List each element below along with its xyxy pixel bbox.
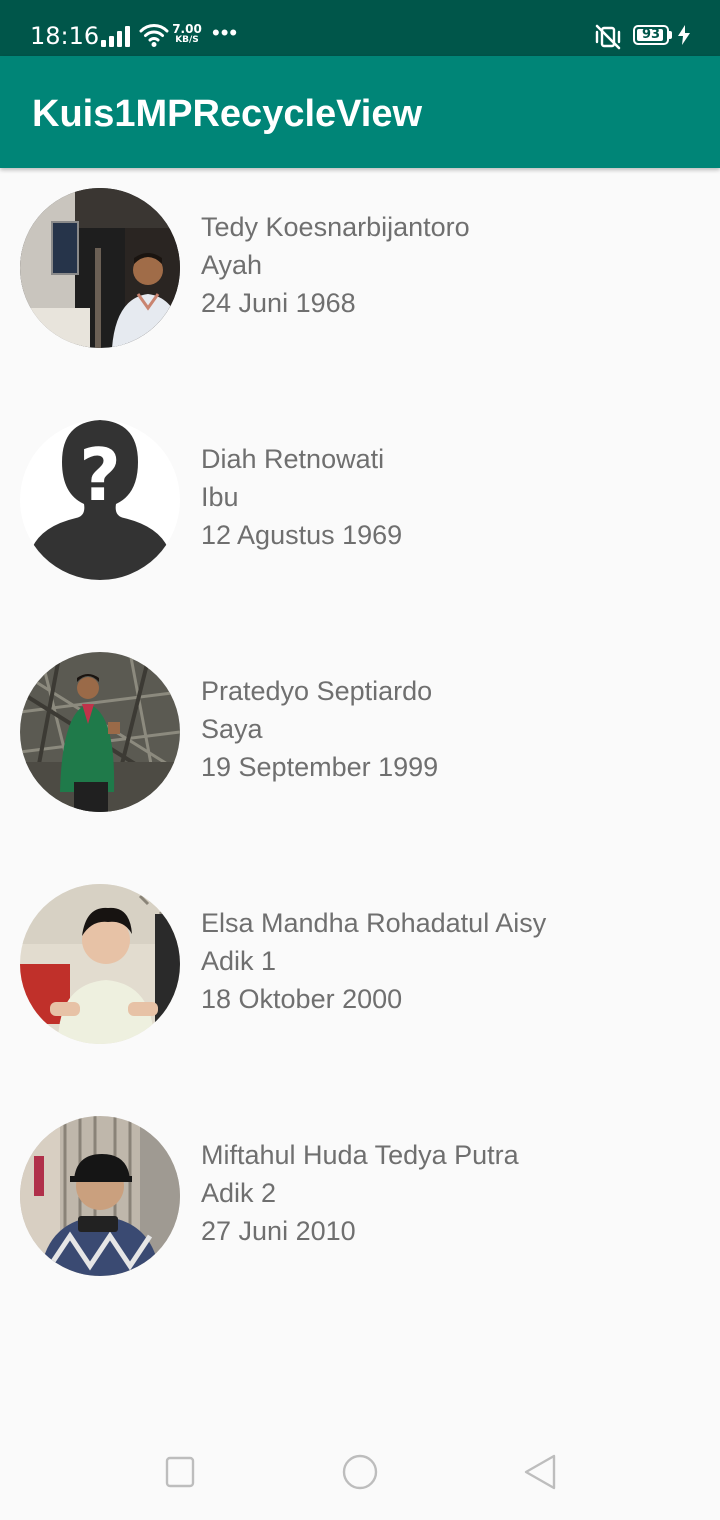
photo-man-lobby — [20, 188, 180, 348]
svg-text:?: ? — [79, 433, 121, 517]
battery-level: 93 — [641, 27, 661, 42]
item-role: Adik 2 — [201, 1178, 277, 1208]
item-text: Diah Retnowati Ibu 12 Agustus 1969 — [201, 440, 402, 554]
item-text: Elsa Mandha Rohadatul Aisy Adik 1 18 Okt… — [201, 904, 546, 1018]
item-date: 24 Juni 1968 — [201, 288, 356, 318]
item-role: Saya — [201, 714, 263, 744]
item-name: Tedy Koesnarbijantoro — [201, 212, 470, 242]
item-date: 27 Juni 2010 — [201, 1216, 356, 1246]
avatar — [20, 188, 180, 348]
avatar — [20, 652, 180, 812]
item-role: Ayah — [201, 250, 263, 280]
unknown-person-placeholder-icon: ? — [20, 420, 180, 580]
network-speed: 7.00 KB/S — [172, 22, 202, 46]
item-role: Ibu — [201, 482, 239, 512]
list-item[interactable]: ? Diah Retnowati Ibu 12 Agustus 1969 — [0, 400, 720, 632]
avatar: ? — [20, 420, 180, 580]
charging-icon — [678, 25, 690, 45]
status-time: 18:16 — [30, 22, 100, 50]
item-date: 18 Oktober 2000 — [201, 984, 403, 1014]
vibrate-off-icon — [595, 24, 621, 50]
app-title: Kuis1MPRecycleView — [32, 93, 423, 135]
battery-cap — [669, 31, 672, 39]
item-role: Adik 1 — [201, 946, 277, 976]
item-text: Pratedyo Septiardo Saya 19 September 199… — [201, 672, 438, 786]
item-date: 12 Agustus 1969 — [201, 520, 403, 550]
battery-icon: 93 — [633, 25, 669, 45]
navigation-bar — [0, 1424, 720, 1520]
recents-square-icon[interactable] — [160, 1454, 200, 1490]
avatar — [20, 1116, 180, 1276]
avatar — [20, 884, 180, 1044]
list-item[interactable]: Pratedyo Septiardo Saya 19 September 199… — [0, 632, 720, 864]
photo-child-cap — [20, 1116, 180, 1276]
item-name: Diah Retnowati — [201, 444, 385, 474]
item-text: Miftahul Huda Tedya Putra Adik 2 27 Juni… — [201, 1136, 519, 1250]
network-speed-unit: KB/S — [175, 35, 199, 45]
item-date: 19 September 1999 — [201, 752, 439, 782]
network-speed-value: 7.00 — [172, 22, 202, 36]
app-bar: Kuis1MPRecycleView — [0, 56, 720, 168]
photo-baby — [20, 884, 180, 1044]
screen: 18:16 7.00 KB/S ••• 93 Kuis1MPRecycleVie… — [0, 0, 720, 1520]
photo-man-green-jacket — [20, 652, 180, 812]
more-notifications-icon: ••• — [212, 20, 239, 45]
item-name: Miftahul Huda Tedya Putra — [201, 1140, 519, 1170]
wifi-icon — [139, 24, 169, 47]
home-circle-icon[interactable] — [340, 1454, 380, 1490]
item-name: Pratedyo Septiardo — [201, 676, 433, 706]
list-item[interactable]: Elsa Mandha Rohadatul Aisy Adik 1 18 Okt… — [0, 864, 720, 1096]
signal-icon — [101, 25, 131, 47]
item-text: Tedy Koesnarbijantoro Ayah 24 Juni 1968 — [201, 208, 470, 322]
item-name: Elsa Mandha Rohadatul Aisy — [201, 908, 547, 938]
list-item[interactable]: Tedy Koesnarbijantoro Ayah 24 Juni 1968 — [0, 168, 720, 400]
status-bar: 18:16 7.00 KB/S ••• 93 — [0, 0, 720, 56]
back-triangle-icon[interactable] — [520, 1454, 560, 1490]
list-item[interactable]: Miftahul Huda Tedya Putra Adik 2 27 Juni… — [0, 1096, 720, 1328]
